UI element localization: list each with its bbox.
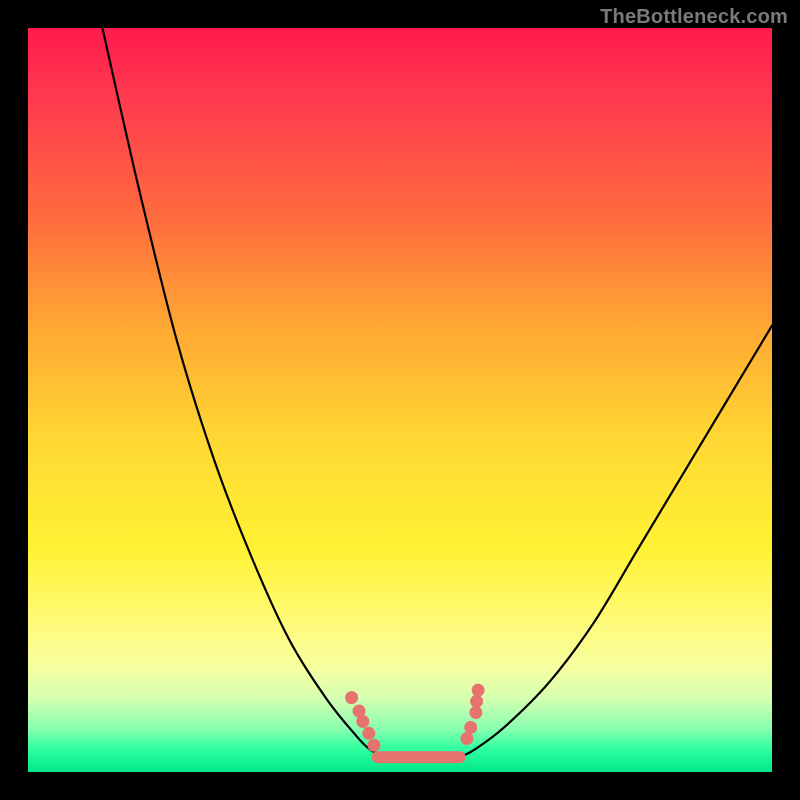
marker-right	[469, 706, 482, 719]
watermark-text: TheBottleneck.com	[600, 6, 788, 29]
marker-left	[345, 691, 358, 704]
bottleneck-curve-plot	[28, 28, 772, 772]
marker-right	[460, 732, 473, 745]
marker-right	[472, 684, 485, 697]
marker-right	[470, 695, 483, 708]
left-curve	[102, 28, 385, 757]
marker-left	[356, 715, 369, 728]
marker-right	[464, 721, 477, 734]
right-curve	[460, 326, 772, 758]
chart-frame	[28, 28, 772, 772]
marker-left	[362, 727, 375, 740]
marker-left	[367, 739, 380, 752]
